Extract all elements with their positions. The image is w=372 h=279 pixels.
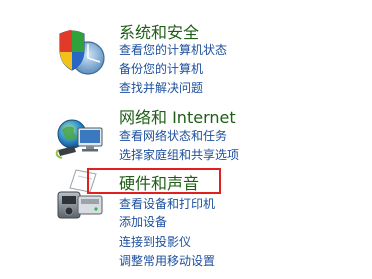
category-title-network-internet[interactable]: 网络和 Internet [119,108,236,128]
link-view-computer-status[interactable]: 查看您的计算机状态 [119,42,227,58]
link-mobility-settings[interactable]: 调整常用移动设置 [119,253,215,269]
highlight-box [87,168,221,194]
security-shield-icon[interactable] [52,22,108,78]
link-find-fix-problems[interactable]: 查找并解决问题 [119,80,203,96]
category-title-system-security[interactable]: 系统和安全 [119,23,199,43]
link-add-device[interactable]: 添加设备 [119,214,167,230]
link-backup-computer[interactable]: 备份您的计算机 [119,61,203,77]
link-view-devices-printers[interactable]: 查看设备和打印机 [119,196,215,212]
link-homegroup-sharing[interactable]: 选择家庭组和共享选项 [119,147,239,163]
link-view-network-status[interactable]: 查看网络状态和任务 [119,128,227,144]
control-panel: 系统和安全 查看您的计算机状态 备份您的计算机 查找并解决问题 网络和 Inte… [0,0,372,279]
link-connect-projector[interactable]: 连接到投影仪 [119,234,191,250]
network-globe-icon[interactable] [52,110,108,166]
